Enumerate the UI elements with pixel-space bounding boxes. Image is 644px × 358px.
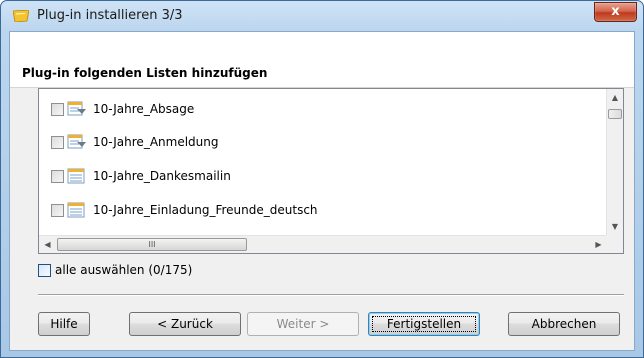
close-button[interactable]: x [594,2,637,22]
finish-button[interactable]: Fertigstellen [368,312,480,336]
cancel-button[interactable]: Abbrechen [508,312,620,336]
scroll-right-icon[interactable]: ▶ [590,236,607,253]
select-all-checkbox[interactable] [38,263,51,277]
scroll-down-icon[interactable]: ▼ [607,218,623,235]
section-title: Plug-in folgenden Listen hinzufügen [22,66,268,80]
scroll-up-icon[interactable]: ▲ [607,89,623,106]
lists-listbox[interactable]: 10-Jahre_Absage 10-Jahre_Anmeldung 10-Ja… [38,88,624,254]
title-bar[interactable]: Plug-in installieren 3/3 x [1,1,643,31]
back-button[interactable]: < Zurück [129,312,241,336]
filter-list-icon [67,101,86,116]
close-icon: x [611,4,620,19]
scrollbar-corner [606,235,623,253]
app-icon [13,10,29,22]
horizontal-scroll-thumb[interactable]: III [57,238,247,251]
list-item-checkbox[interactable] [51,102,64,116]
scroll-left-icon[interactable]: ◀ [39,236,56,253]
next-button[interactable]: Weiter > [247,312,359,336]
list-item[interactable]: 10-Jahre_Dankesmailin [51,166,231,186]
horizontal-scrollbar[interactable]: ◀ III ▶ [39,235,607,253]
list-item-label: 10-Jahre_Absage [93,102,195,116]
list-icon [67,202,85,218]
list-item[interactable]: 10-Jahre_Einladung_Freunde_deutsch [51,200,318,220]
filter-list-icon [67,134,86,149]
vertical-scrollbar[interactable]: ▲ ▼ [606,89,623,235]
plugin-install-dialog: Plug-in installieren 3/3 x Plug-in folge… [0,0,644,358]
list-icon [67,168,85,184]
list-item-checkbox[interactable] [51,135,64,149]
list-content: 10-Jahre_Absage 10-Jahre_Anmeldung 10-Ja… [39,89,607,235]
vertical-scroll-thumb[interactable] [608,109,622,119]
separator [38,294,624,296]
list-item[interactable]: 10-Jahre_Absage [51,99,194,119]
list-item[interactable]: 10-Jahre_Anmeldung [51,132,218,152]
help-button[interactable]: Hilfe [38,312,90,336]
select-all[interactable]: alle auswählen (0/175) [38,263,192,277]
list-item-label: 10-Jahre_Dankesmailin [93,169,231,183]
list-item-checkbox[interactable] [51,203,64,217]
list-item-label: 10-Jahre_Anmeldung [93,135,219,149]
scroll-grip-icon: III [148,240,156,249]
select-all-label: alle auswählen (0/175) [55,263,193,277]
focus-rectangle [372,316,476,332]
list-item-checkbox[interactable] [51,169,64,183]
list-item-label: 10-Jahre_Einladung_Freunde_deutsch [93,203,318,217]
dialog-client-area: Plug-in folgenden Listen hinzufügen 10-J… [9,31,635,351]
window-title: Plug-in installieren 3/3 [37,8,183,23]
